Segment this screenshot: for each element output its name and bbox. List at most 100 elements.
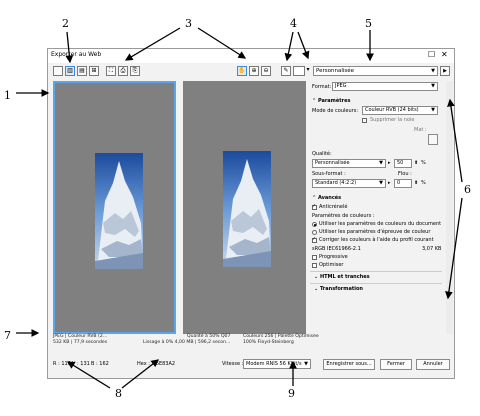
cancel-button[interactable]: Annuler: [416, 359, 450, 370]
left-info-right-line-2: Lissage à 0% 4,00 MB | 596,2 secon...: [143, 340, 231, 345]
optimize-label: Optimiser: [319, 262, 344, 268]
callout-2: 2: [62, 17, 69, 30]
speed-dropdown[interactable]: Modem RNIS 56 Kbit/s ▼: [243, 359, 311, 369]
close-button[interactable]: Fermer: [380, 359, 412, 370]
save-as-button[interactable]: Enregistrer sous...: [323, 359, 375, 370]
export-web-window: Exporter au Web ☐ ✕ ▥ ▤ ⊞ ⛶ ⎙ ⎘ ✋ ⊕ ⊖ ✎ …: [47, 48, 455, 379]
quality-input[interactable]: 50: [394, 159, 412, 168]
use-document-colors-radio[interactable]: [312, 222, 317, 227]
left-preview-info-right: Qualité à 50% Q07 Lissage à 0% 4,00 MB |…: [143, 334, 230, 346]
toolbar: ▥ ▤ ⊞ ⛶ ⎙ ⎘ ✋ ⊕ ⊖ ✎ ▾ Personnalisée ▼ ▶: [48, 63, 454, 79]
color-mode-value: Couleur RVB (24 bits): [365, 107, 419, 113]
callout-6: 6: [464, 183, 471, 196]
two-vertical-view-icon[interactable]: ▥: [65, 66, 75, 76]
quality-label: Qualité:: [312, 151, 332, 157]
preset-value: Personnalisée: [316, 68, 355, 74]
maximize-icon[interactable]: ☐: [428, 50, 435, 60]
panel-scrollbar[interactable]: [446, 81, 453, 334]
optimize-icon[interactable]: ⎙: [118, 66, 128, 76]
subformat-value: Standard (4:2:2): [315, 180, 357, 186]
use-document-colors-label: Utiliser les paramètres de couleurs du d…: [319, 221, 442, 227]
quality-preset-value: Personnalisée: [315, 160, 350, 166]
format-value: JPEG: [335, 83, 347, 89]
quality-percent: %: [421, 160, 426, 166]
preview-pane-right[interactable]: [183, 81, 306, 334]
preset-menu-icon[interactable]: ▶: [440, 66, 450, 76]
progressive-label: Progressive: [319, 254, 348, 260]
quality-preset-dropdown[interactable]: Personnalisée ▼: [312, 159, 386, 168]
callout-9: 9: [288, 387, 295, 400]
profile-name: sRGB IEC61966-2.1: [312, 246, 361, 252]
four-view-icon[interactable]: ⊞: [89, 66, 99, 76]
zoom-in-icon[interactable]: ⊕: [249, 66, 259, 76]
subformat-dropdown[interactable]: Standard (4:2:2) ▼: [312, 179, 386, 188]
blur-label: Flou :: [398, 171, 412, 177]
green-value: V : 131: [72, 361, 90, 367]
use-proof-colors-label: Utiliser les paramètres d'épreuve de cou…: [319, 229, 431, 235]
color-params-label: Paramètres de couleurs :: [312, 213, 375, 219]
blur-percent: %: [421, 180, 426, 186]
settings-panel: Format: JPEG ▼ ⌃ Paramètres Mode de coul…: [310, 81, 444, 334]
pan-tool-icon[interactable]: ✋: [237, 66, 247, 76]
color-mode-dropdown[interactable]: Couleur RVB (24 bits) ▼: [362, 106, 438, 115]
right-preview-info: Couleurs 256 | Palette Optimisée 100% Fl…: [243, 334, 319, 346]
html-header: HTML et tranches: [319, 274, 370, 280]
quality-arrow-icon[interactable]: ▸: [388, 160, 391, 166]
zoom-out-icon[interactable]: ⊖: [261, 66, 271, 76]
divider: [310, 271, 442, 272]
snow-tree-photo: [223, 151, 271, 267]
fit-window-icon[interactable]: ⛶: [106, 66, 116, 76]
blur-spinner-icon[interactable]: ⬍: [414, 180, 418, 186]
snow-tree-photo: [95, 153, 143, 269]
antialias-checkbox[interactable]: [312, 203, 317, 210]
optimize-checkbox[interactable]: [312, 263, 317, 268]
color-mode-label: Mode de couleurs:: [312, 108, 359, 114]
single-view-icon[interactable]: [53, 66, 63, 76]
quality-value: 50: [397, 160, 404, 166]
section-transformation[interactable]: ⌄ Transformation: [314, 286, 363, 292]
quality-spinner-icon[interactable]: ⬍: [414, 160, 418, 166]
mat-swatch[interactable]: [428, 134, 438, 145]
remove-noise-checkbox[interactable]: [362, 118, 367, 123]
callout-7: 7: [4, 329, 11, 342]
swatch-dropdown-icon[interactable]: ▾: [305, 66, 311, 76]
left-info-line-2: 532 KB | 77,9 secondes: [53, 340, 108, 345]
convert-profile-checkbox[interactable]: [312, 236, 317, 243]
chevron-down-icon: ▼: [431, 68, 435, 74]
blur-arrow-icon[interactable]: ▸: [388, 180, 391, 186]
chevron-down-icon: ▼: [379, 160, 383, 166]
preview-browser-icon[interactable]: ⎘: [130, 66, 140, 76]
callout-5: 5: [365, 17, 372, 30]
window-title: Exporter au Web: [51, 51, 102, 58]
eyedropper-icon[interactable]: ✎: [281, 66, 291, 76]
preview-pane-left[interactable]: [53, 81, 176, 334]
title-bar: Exporter au Web ☐ ✕: [48, 49, 454, 63]
callout-3: 3: [185, 17, 192, 30]
two-horizontal-view-icon[interactable]: ▤: [77, 66, 87, 76]
preset-dropdown[interactable]: Personnalisée ▼: [313, 66, 438, 76]
close-icon[interactable]: ✕: [441, 50, 448, 60]
blur-input[interactable]: 0: [394, 179, 412, 188]
red-value: R : 110: [53, 361, 71, 367]
mat-label: Mat :: [414, 127, 427, 133]
speed-label: Vitesse :: [222, 361, 244, 367]
transform-header: Transformation: [319, 286, 363, 292]
antialias-label: Anticrénelé: [319, 204, 348, 210]
speed-value: Modem RNIS 56 Kbit/s: [246, 361, 302, 367]
right-info-line-2: 100% Floyd-Steinberg: [243, 340, 294, 345]
chevron-down-icon: ▼: [431, 83, 435, 89]
section-params[interactable]: ⌃ Paramètres: [312, 98, 351, 104]
advanced-header: Avancés: [317, 195, 342, 201]
blur-value: 0: [397, 180, 401, 186]
progressive-checkbox[interactable]: [312, 255, 317, 260]
format-dropdown[interactable]: JPEG ▼: [332, 82, 438, 91]
blue-value: B : 162: [91, 361, 109, 367]
profile-size: 3,07 KB: [422, 246, 442, 252]
eyedropper-color-swatch[interactable]: [293, 66, 305, 76]
callout-8: 8: [115, 387, 122, 400]
hex-value: Hex : #6E83A2: [137, 361, 176, 367]
params-header: Paramètres: [317, 98, 351, 104]
section-html-slices[interactable]: ⌄ HTML et tranches: [314, 274, 370, 280]
use-proof-colors-radio[interactable]: [312, 230, 317, 235]
section-advanced[interactable]: ⌃ Avancés: [312, 195, 341, 201]
